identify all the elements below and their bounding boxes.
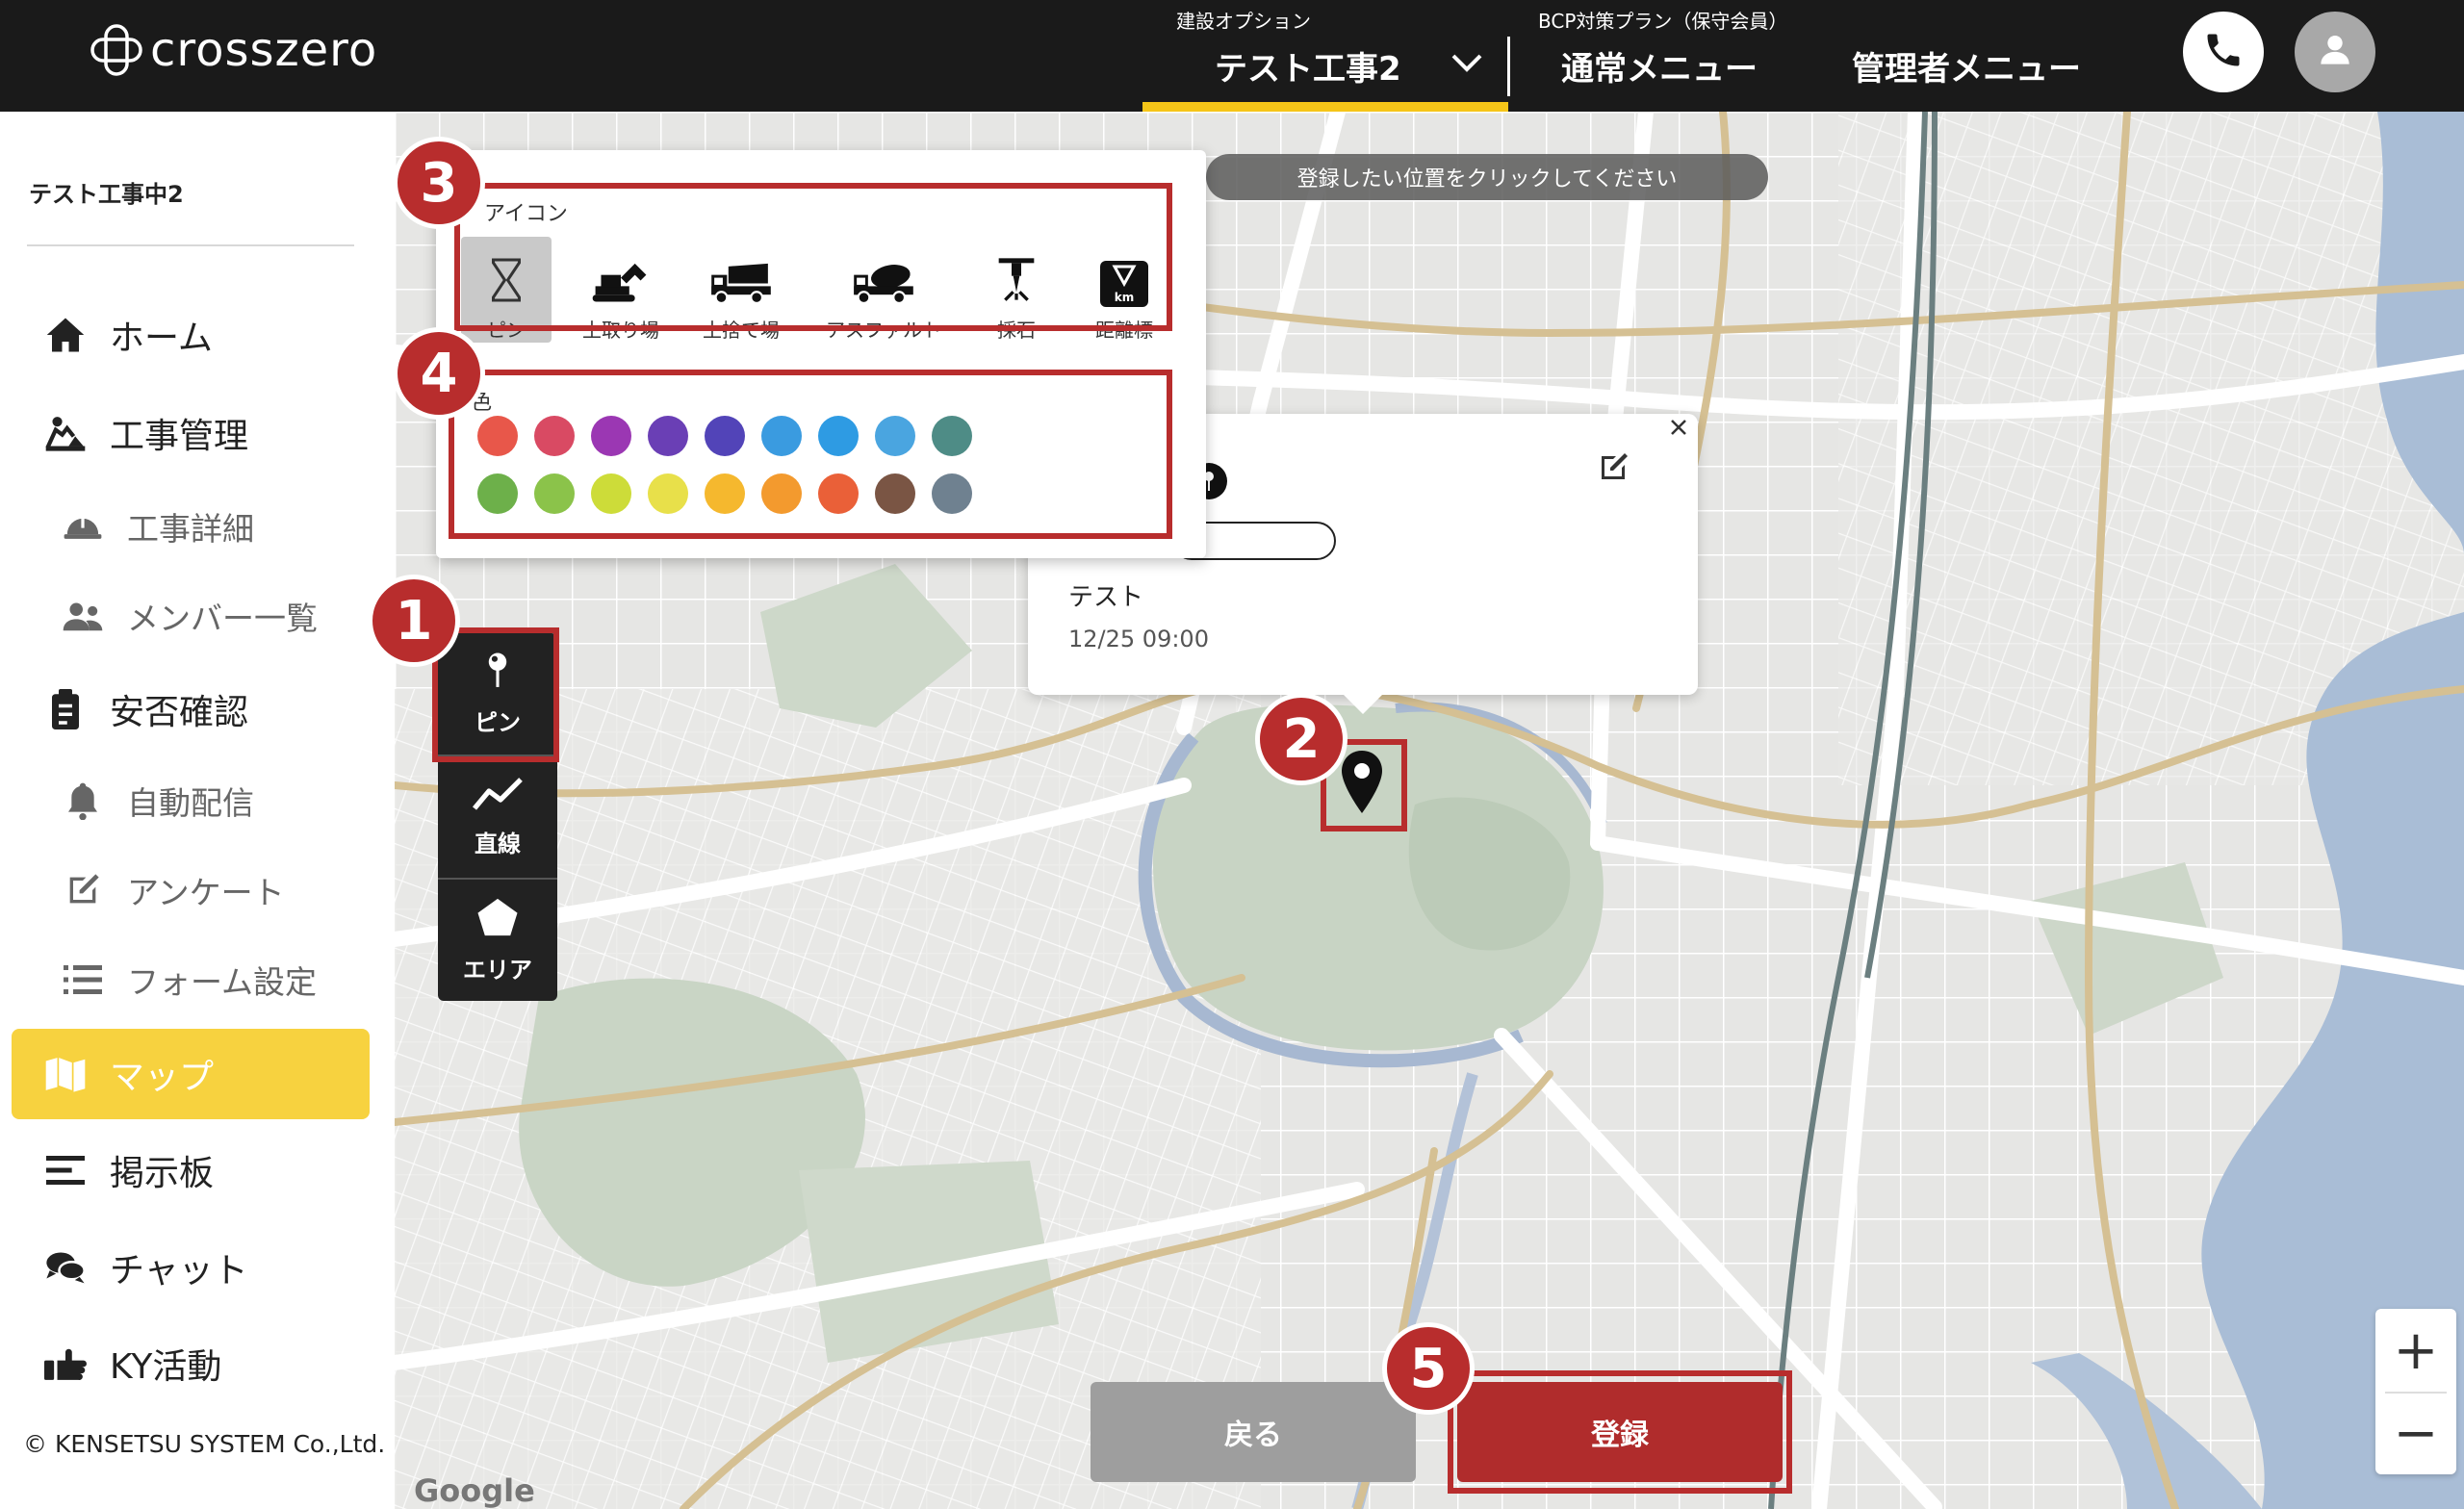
user-menu-button[interactable] bbox=[2295, 12, 2375, 92]
sidebar-item-survey[interactable]: アンケート bbox=[56, 857, 285, 924]
sidebar-item-label: フォーム設定 bbox=[127, 963, 318, 1001]
polyline-icon bbox=[471, 777, 525, 817]
users-icon bbox=[56, 600, 110, 632]
google-attribution: Google bbox=[414, 1472, 535, 1509]
sidebar-item-ky-activity[interactable]: KY活動 bbox=[38, 1330, 221, 1397]
active-nav-indicator bbox=[1142, 102, 1508, 112]
popup-time: 12/25 09:00 bbox=[1068, 626, 1209, 652]
step-badge-1: 1 bbox=[368, 575, 460, 667]
sidebar-item-auto-delivery[interactable]: 自動配信 bbox=[56, 767, 254, 834]
sidebar-item-label: KY活動 bbox=[110, 1347, 222, 1387]
logo[interactable]: crosszero bbox=[89, 21, 377, 79]
copyright: © KENSETSU SYSTEM Co.,Ltd. bbox=[23, 1430, 386, 1458]
clipboard-icon bbox=[38, 689, 92, 729]
map-hint: 登録したい位置をクリックしてください bbox=[1206, 154, 1768, 200]
sidebar-item-label: 掲示板 bbox=[110, 1154, 215, 1193]
draw-tool-label: エリア bbox=[463, 956, 532, 984]
highlight-box-colors bbox=[449, 370, 1172, 539]
step-badge-5: 5 bbox=[1382, 1322, 1475, 1415]
board-icon bbox=[38, 1154, 92, 1187]
normal-menu-label: 通常メニュー bbox=[1561, 50, 1758, 89]
sidebar-item-label: マップ bbox=[110, 1058, 215, 1097]
thumbs-up-icon bbox=[38, 1347, 92, 1380]
edit-icon[interactable] bbox=[1596, 450, 1630, 489]
highlight-box-register bbox=[1448, 1370, 1792, 1494]
project-name: テスト工事2 bbox=[1215, 50, 1401, 89]
sidebar-item-members[interactable]: メンバー一覧 bbox=[56, 582, 318, 650]
sidebar-item-bulletin-board[interactable]: 掲示板 bbox=[38, 1137, 214, 1204]
nav-divider bbox=[1507, 37, 1510, 96]
construction-icon bbox=[38, 414, 92, 452]
top-bar: crosszero 建設オプション テスト工事2 BCP対策プラン（保守会員） … bbox=[0, 0, 2464, 112]
project-selector[interactable]: 建設オプション テスト工事2 bbox=[1142, 0, 1508, 112]
edit-icon bbox=[56, 871, 110, 909]
phone-button[interactable] bbox=[2183, 12, 2264, 92]
sidebar-item-label: アンケート bbox=[127, 874, 285, 911]
brand-name: crosszero bbox=[150, 23, 378, 77]
sidebar: テスト工事中2 ホーム 工事管理 工事詳細 メンバー一覧 安否確認 自動配信 ア… bbox=[0, 112, 395, 1509]
sidebar-item-chat[interactable]: チャット bbox=[38, 1234, 248, 1301]
sidebar-item-label: 工事詳細 bbox=[127, 510, 254, 548]
highlight-box-icons bbox=[454, 183, 1172, 331]
bell-icon bbox=[56, 781, 110, 820]
sidebar-item-label: 工事管理 bbox=[110, 417, 249, 456]
popup-pointer bbox=[1342, 693, 1384, 714]
user-avatar-icon bbox=[2314, 29, 2356, 75]
admin-menu-label: 管理者メニュー bbox=[1852, 50, 2081, 89]
sidebar-item-label: ホーム bbox=[110, 319, 213, 358]
pentagon-icon bbox=[476, 897, 519, 943]
map-icon bbox=[38, 1056, 92, 1092]
zoom-in-button[interactable]: + bbox=[2375, 1309, 2456, 1392]
draw-tool-polyline[interactable]: 直線 bbox=[438, 756, 557, 878]
sidebar-item-home[interactable]: ホーム bbox=[38, 301, 213, 369]
home-icon bbox=[38, 316, 92, 354]
draw-tool-area[interactable]: エリア bbox=[438, 880, 557, 1001]
sidebar-item-label: メンバー一覧 bbox=[127, 600, 318, 637]
step-badge-2: 2 bbox=[1255, 693, 1348, 785]
sidebar-item-label: チャット bbox=[110, 1251, 248, 1291]
phone-icon bbox=[2202, 29, 2245, 75]
chevron-down-icon bbox=[1450, 52, 1483, 77]
zoom-out-button[interactable]: − bbox=[2375, 1392, 2456, 1474]
helmet-icon bbox=[56, 511, 110, 542]
sidebar-item-label: 安否確認 bbox=[110, 693, 249, 732]
close-icon[interactable] bbox=[1661, 410, 1696, 445]
nav-normal-menu[interactable]: 通常メニュー bbox=[1561, 0, 1773, 112]
nav-admin-menu[interactable]: 管理者メニュー bbox=[1852, 0, 2083, 112]
crosszero-logo-icon bbox=[89, 22, 144, 78]
sidebar-item-construction-detail[interactable]: 工事詳細 bbox=[56, 493, 254, 560]
zoom-control: + − bbox=[2375, 1309, 2456, 1474]
sidebar-divider bbox=[27, 244, 354, 246]
list-icon bbox=[56, 963, 110, 996]
sidebar-item-map[interactable]: マップ bbox=[38, 1040, 214, 1108]
sidebar-item-form-settings[interactable]: フォーム設定 bbox=[56, 946, 317, 1013]
sidebar-item-construction[interactable]: 工事管理 bbox=[38, 399, 248, 467]
step-badge-3: 3 bbox=[393, 137, 485, 229]
step-badge-4: 4 bbox=[393, 327, 485, 420]
sidebar-item-safety-check[interactable]: 安否確認 bbox=[38, 676, 248, 743]
chat-icon bbox=[38, 1250, 92, 1285]
sidebar-project-name: テスト工事中2 bbox=[29, 181, 184, 208]
popup-title: テスト bbox=[1068, 583, 1144, 612]
project-caption: 建設オプション bbox=[1176, 10, 1311, 33]
back-button[interactable]: 戻る bbox=[1091, 1382, 1416, 1482]
draw-tool-label: 直線 bbox=[475, 830, 521, 857]
sidebar-item-label: 自動配信 bbox=[127, 784, 254, 822]
